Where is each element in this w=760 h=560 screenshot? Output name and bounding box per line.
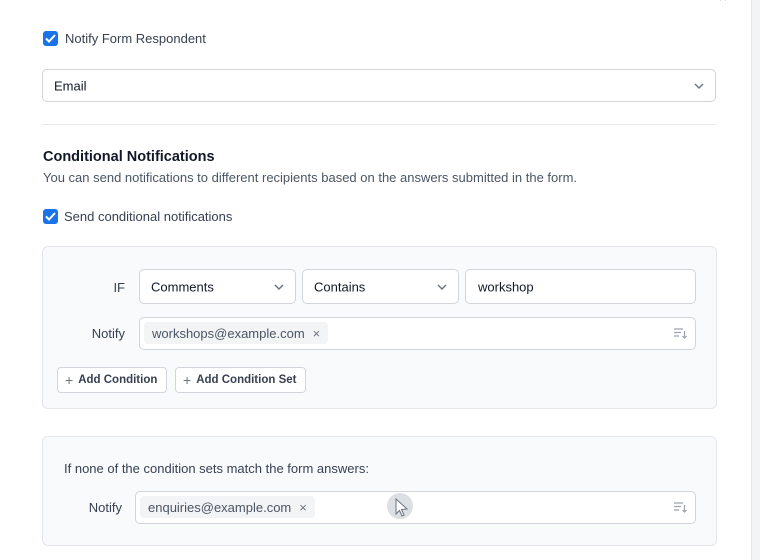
- condition-operator-value: Contains: [314, 279, 366, 294]
- sort-list-icon[interactable]: [673, 326, 687, 340]
- chevron-down-icon: [437, 284, 447, 290]
- conditional-notifications-title: Conditional Notifications: [43, 149, 215, 165]
- checkmark-icon: [45, 212, 56, 221]
- section-divider: [42, 124, 716, 125]
- recipient-tag: enquiries@example.com ×: [140, 496, 315, 518]
- add-condition-label: Add Condition: [78, 374, 158, 386]
- notify-recipients-input[interactable]: workshops@example.com ×: [139, 317, 696, 350]
- if-label: IF: [113, 280, 125, 295]
- chevron-down-icon: [694, 83, 704, 89]
- condition-operator-select[interactable]: Contains: [302, 269, 459, 304]
- condition-field-value: Comments: [151, 279, 214, 294]
- mouse-cursor-icon: [387, 493, 413, 519]
- notification-channel-value: Email: [54, 78, 87, 93]
- plus-icon: +: [65, 372, 74, 388]
- send-conditional-label: Send conditional notifications: [64, 209, 233, 224]
- notify-respondent-checkbox[interactable]: [43, 31, 58, 46]
- sort-list-icon[interactable]: [673, 500, 687, 514]
- conditional-notifications-description: You can send notifications to different …: [43, 170, 578, 185]
- recipient-tag: workshops@example.com ×: [144, 322, 329, 344]
- close-icon[interactable]: [717, 0, 733, 6]
- condition-value-input[interactable]: workshop: [465, 269, 696, 304]
- fallback-description: If none of the condition sets match the …: [64, 461, 369, 476]
- fallback-notify-label: Notify: [88, 500, 122, 515]
- add-condition-set-button[interactable]: + Add Condition Set: [175, 367, 307, 393]
- chevron-down-icon: [274, 284, 284, 290]
- recipient-tag-email: workshops@example.com: [152, 325, 305, 341]
- condition-value-text: workshop: [478, 279, 534, 294]
- notification-channel-select[interactable]: Email: [42, 69, 716, 102]
- add-condition-button[interactable]: + Add Condition: [57, 367, 168, 393]
- remove-recipient-button[interactable]: ×: [313, 326, 321, 341]
- condition-set-card: IF Comments Contains workshop Notify wor…: [42, 246, 717, 409]
- notify-label: Notify: [91, 326, 125, 341]
- recipient-tag-email: enquiries@example.com: [148, 499, 292, 515]
- add-condition-set-label: Add Condition Set: [196, 374, 297, 386]
- checkmark-icon: [45, 34, 56, 43]
- plus-icon: +: [183, 372, 192, 388]
- fallback-card: Notify enquiries@example.com ×: [42, 436, 717, 546]
- send-conditional-checkbox[interactable]: [43, 209, 58, 224]
- notification-settings-panel: Notify Form Respondent Email Conditional…: [0, 0, 752, 560]
- remove-recipient-button[interactable]: ×: [299, 500, 307, 515]
- condition-field-select[interactable]: Comments: [139, 269, 296, 304]
- notify-respondent-label: Notify Form Respondent: [65, 31, 206, 46]
